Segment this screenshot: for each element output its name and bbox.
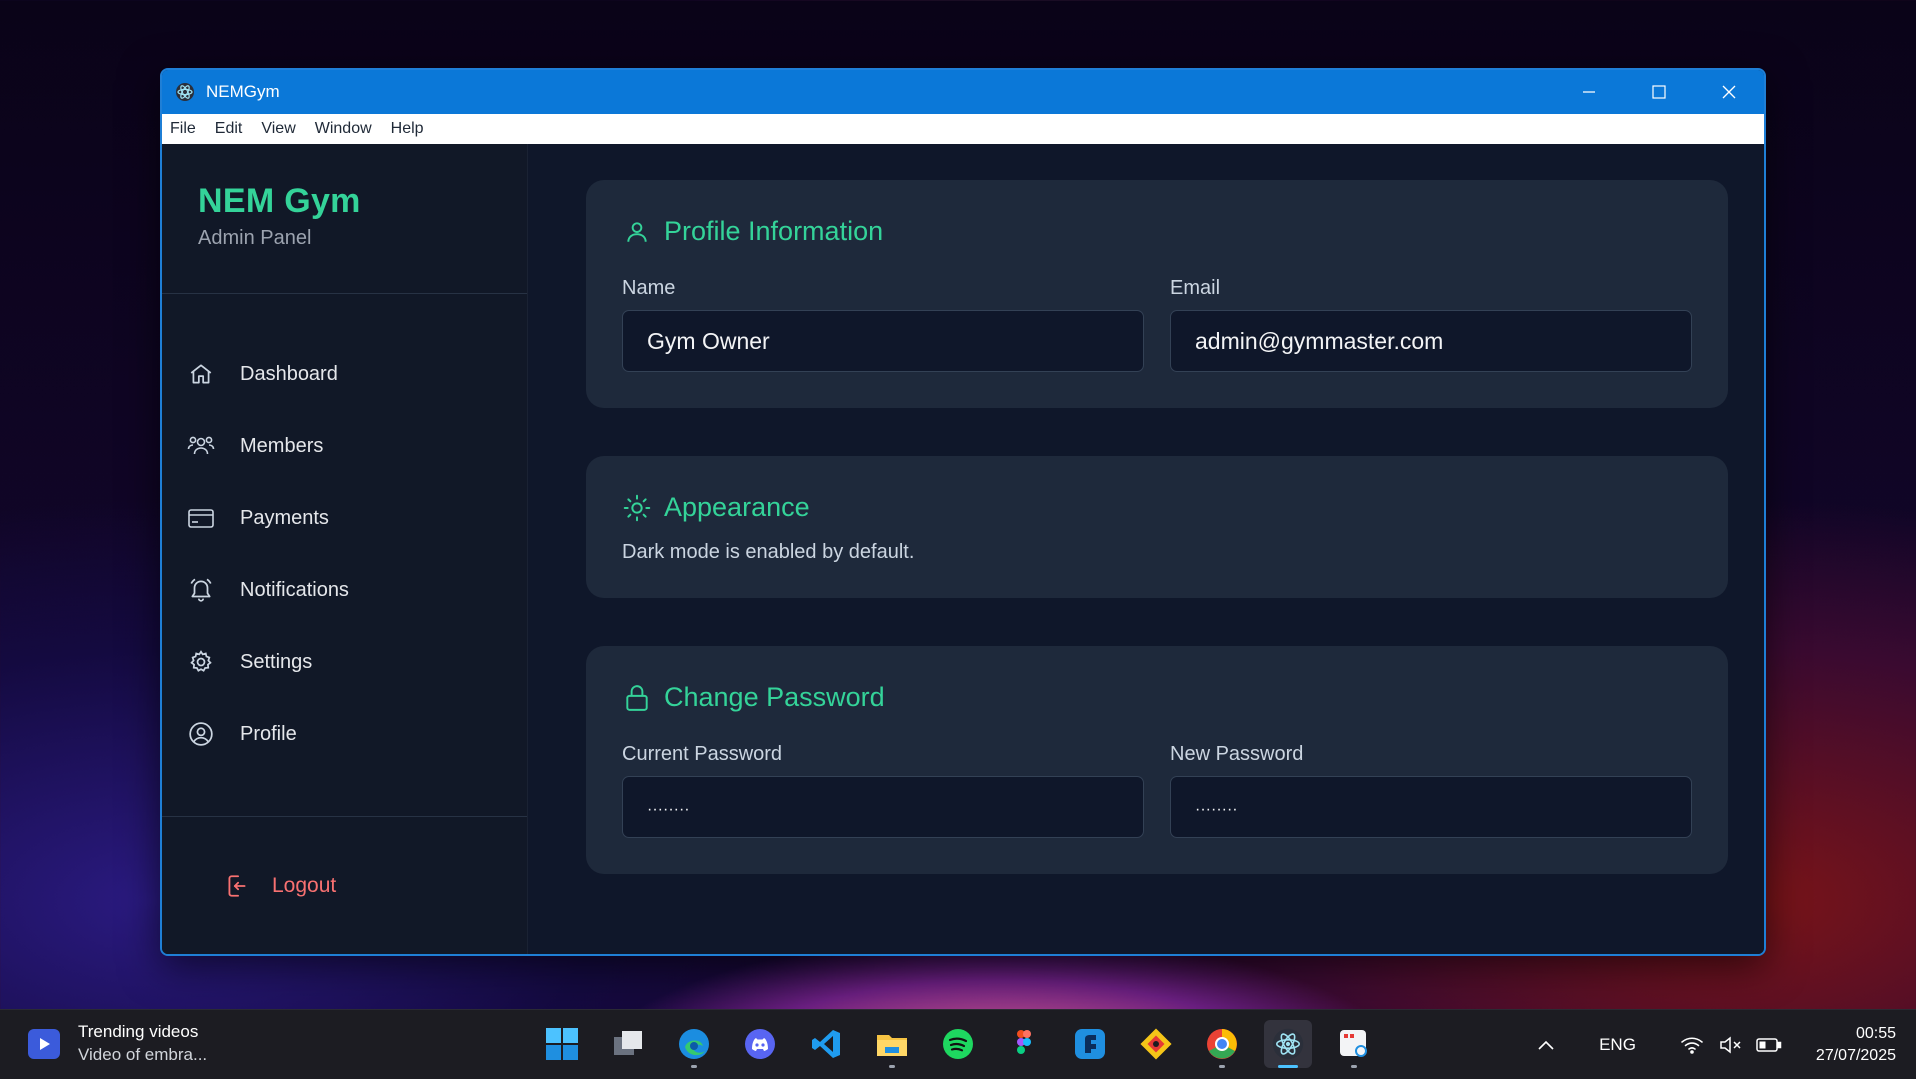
task-view-icon[interactable] [604, 1020, 652, 1068]
window-title: NEMGym [206, 82, 280, 101]
lock-icon [622, 683, 652, 713]
sidebar-item-label: Dashboard [240, 362, 338, 385]
widget-subtitle: Video of embra... [78, 1045, 208, 1064]
edge-icon[interactable] [670, 1020, 718, 1068]
app-window: NEMGym File Edit View Window Help NEM Gy… [160, 68, 1766, 956]
clock-date: 27/07/2025 [1815, 1047, 1896, 1064]
logout-button[interactable]: Logout [222, 871, 336, 901]
menu-view[interactable]: View [261, 120, 295, 138]
email-label: Email [1170, 277, 1221, 299]
menu-help[interactable]: Help [391, 120, 424, 138]
sidebar-item-payments[interactable]: Payments [162, 482, 527, 554]
sidebar-nav: Dashboard Members Payments Notifications… [162, 294, 527, 770]
logout-label: Logout [272, 873, 337, 897]
sidebar-item-label: Notifications [240, 578, 349, 601]
system-tray: ENG 00:55 27/07/2025 [1523, 1010, 1896, 1079]
discord-icon[interactable] [736, 1020, 784, 1068]
brand-name: NEM Gym [198, 182, 361, 220]
profile-title-text: Profile Information [664, 216, 884, 246]
app-blue-icon[interactable] [1066, 1020, 1114, 1068]
bell-icon [186, 575, 216, 605]
minimize-button[interactable] [1554, 70, 1624, 114]
clock-time: 00:55 [1855, 1025, 1896, 1042]
appearance-description: Dark mode is enabled by default. [622, 541, 915, 563]
title-bar: NEMGym [162, 70, 1764, 114]
menu-bar: File Edit View Window Help [162, 114, 1764, 144]
vscode-icon[interactable] [802, 1020, 850, 1068]
appearance-title-text: Appearance [664, 492, 810, 522]
chrome-icon[interactable] [1198, 1020, 1246, 1068]
new-password-group: New Password [1170, 743, 1692, 838]
battery-icon[interactable] [1756, 1037, 1782, 1053]
language-indicator[interactable]: ENG [1599, 1035, 1636, 1055]
appearance-card: Appearance Dark mode is enabled by defau… [586, 456, 1728, 598]
sidebar-item-label: Payments [240, 506, 329, 529]
taskbar: Trending videos Video of embra... ENG 00… [0, 1009, 1916, 1079]
brand: NEM Gym Admin Panel [162, 144, 527, 294]
logout-icon [222, 871, 252, 901]
snipping-tool-icon[interactable] [1330, 1020, 1378, 1068]
sidebar-item-label: Settings [240, 650, 313, 673]
sun-icon [622, 493, 652, 523]
password-card: Change Password Current Password New Pas… [586, 646, 1728, 874]
name-label: Name [622, 277, 676, 299]
current-password-label: Current Password [622, 743, 783, 765]
sidebar-item-settings[interactable]: Settings [162, 626, 527, 698]
user-icon [622, 217, 652, 247]
password-card-title: Change Password [622, 682, 1692, 713]
name-input[interactable] [622, 310, 1144, 372]
appearance-card-title: Appearance [622, 492, 1692, 523]
wifi-icon[interactable] [1680, 1036, 1704, 1054]
electron-app-icon [174, 81, 196, 103]
video-play-icon [28, 1028, 60, 1059]
email-field-group: Email [1170, 277, 1692, 372]
main-content: Profile Information Name Email [528, 144, 1764, 954]
start-icon[interactable] [538, 1020, 586, 1068]
password-title-text: Change Password [664, 682, 885, 712]
spotify-icon[interactable] [934, 1020, 982, 1068]
sidebar: NEM Gym Admin Panel Dashboard Members Pa… [162, 144, 528, 954]
profile-card: Profile Information Name Email [586, 180, 1728, 408]
home-icon [186, 359, 216, 389]
password-fields: Current Password New Password [622, 743, 1692, 838]
current-password-group: Current Password [622, 743, 1144, 838]
brand-subtitle: Admin Panel [198, 227, 312, 249]
electron-taskbar-icon[interactable] [1264, 1020, 1312, 1068]
sidebar-item-label: Members [240, 434, 324, 457]
user-circle-icon [186, 719, 216, 749]
name-field-group: Name [622, 277, 1144, 372]
widget-title: Trending videos [78, 1022, 199, 1041]
profile-fields: Name Email [622, 277, 1692, 372]
sidebar-item-notifications[interactable]: Notifications [162, 554, 527, 626]
news-widget[interactable]: Trending videos Video of embra... [28, 1022, 207, 1065]
close-button[interactable] [1694, 70, 1764, 114]
taskbar-apps [538, 1020, 1378, 1068]
sidebar-item-members[interactable]: Members [162, 410, 527, 482]
sidebar-item-label: Profile [240, 722, 297, 745]
gear-icon [186, 647, 216, 677]
chevron-up-icon[interactable] [1537, 1039, 1555, 1051]
sidebar-footer: Logout [162, 816, 527, 954]
volume-muted-icon[interactable] [1718, 1035, 1742, 1055]
users-icon [186, 431, 216, 461]
credit-card-icon [186, 503, 216, 533]
new-password-label: New Password [1170, 743, 1304, 765]
menu-window[interactable]: Window [315, 120, 372, 138]
maximize-button[interactable] [1624, 70, 1694, 114]
clock[interactable]: 00:55 27/07/2025 [1816, 1023, 1896, 1067]
menu-edit[interactable]: Edit [215, 120, 243, 138]
new-password-input[interactable] [1170, 776, 1692, 838]
git-tool-icon[interactable] [1132, 1020, 1180, 1068]
sidebar-item-dashboard[interactable]: Dashboard [162, 338, 527, 410]
file-explorer-icon[interactable] [868, 1020, 916, 1068]
figma-icon[interactable] [1000, 1020, 1048, 1068]
current-password-input[interactable] [622, 776, 1144, 838]
menu-file[interactable]: File [170, 120, 196, 138]
profile-card-title: Profile Information [622, 216, 1692, 247]
email-input[interactable] [1170, 310, 1692, 372]
sidebar-item-profile[interactable]: Profile [162, 698, 527, 770]
